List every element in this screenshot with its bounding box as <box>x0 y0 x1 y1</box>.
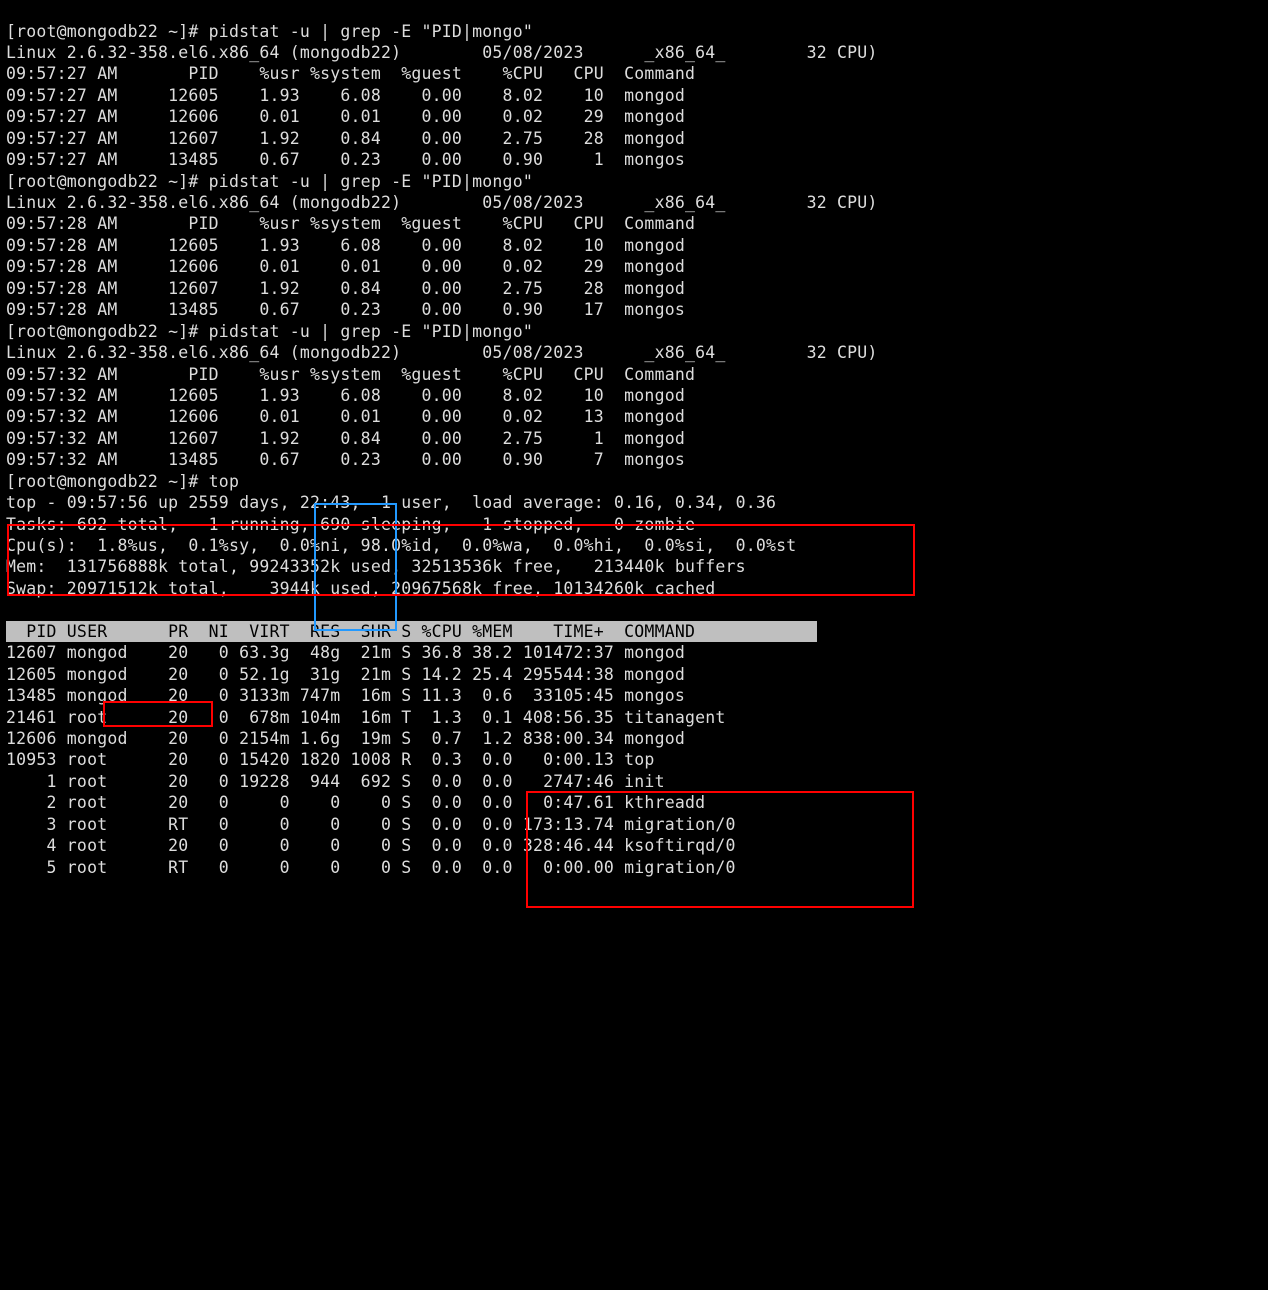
top-process-highlight <box>526 791 914 908</box>
terminal-output: [root@mongodb22 ~]# pidstat -u | grep -E… <box>0 17 1268 883</box>
mongod-rows-highlight <box>7 524 915 596</box>
cpu-us-highlight <box>103 701 213 727</box>
